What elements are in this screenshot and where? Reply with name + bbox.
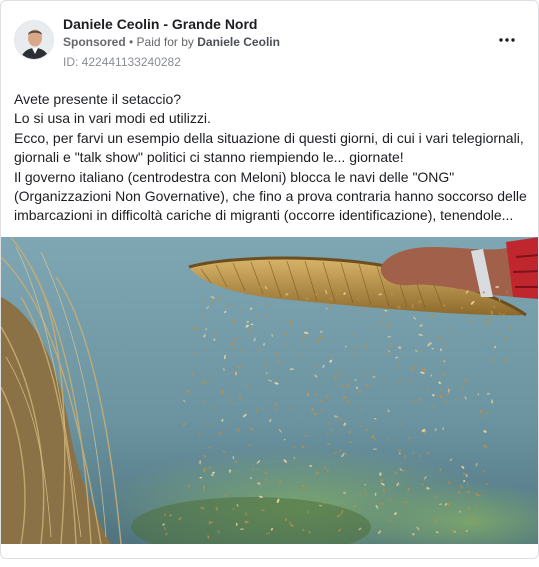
rice-grain <box>372 448 377 450</box>
page-name[interactable]: Daniele Ceolin - Grande Nord <box>63 16 257 32</box>
rice-grain <box>481 411 486 413</box>
post-line: giornali e "talk show" politici ci stann… <box>14 149 404 166</box>
post-line: Avete presente il setaccio? <box>14 91 182 107</box>
ad-header: Daniele Ceolin - Grande Nord Sponsored •… <box>13 11 528 73</box>
winnowing-rice-image <box>1 237 538 544</box>
rice-grain <box>450 481 452 484</box>
post-line: Il governo italiano (centrodestra con Me… <box>14 168 455 185</box>
post-line: imbarcazioni in difficoltà cariche di mi… <box>14 207 514 224</box>
avatar[interactable] <box>14 20 54 60</box>
post-line: Lo si usa in vari modi ed utilizzi. <box>14 110 211 127</box>
rice-grain <box>374 492 377 497</box>
post-image[interactable] <box>1 237 538 544</box>
rice-grain <box>319 330 323 333</box>
separator-dot: • <box>125 35 137 49</box>
more-options-button[interactable] <box>495 31 519 49</box>
post-line: (Organizzazioni Non Governative), che fi… <box>14 188 527 205</box>
avatar-photo-icon <box>15 21 53 59</box>
sponsored-label: Sponsored <box>63 35 126 49</box>
rice-grain <box>439 468 442 471</box>
rice-grain <box>355 386 359 390</box>
post-text: Avete presente il setaccio? Lo si usa in… <box>14 90 529 226</box>
paid-for-name[interactable]: Daniele Ceolin <box>197 35 280 49</box>
ad-id: ID: 422441133240282 <box>63 55 181 69</box>
more-horizontal-icon <box>499 38 515 42</box>
sponsored-line: Sponsored • Paid for by Daniele Ceolin <box>63 35 280 49</box>
ad-card: Daniele Ceolin - Grande Nord Sponsored •… <box>0 0 539 559</box>
paid-for-prefix: Paid for by <box>136 35 198 49</box>
post-line: Ecco, per farvi un esempio della situazi… <box>14 129 524 146</box>
